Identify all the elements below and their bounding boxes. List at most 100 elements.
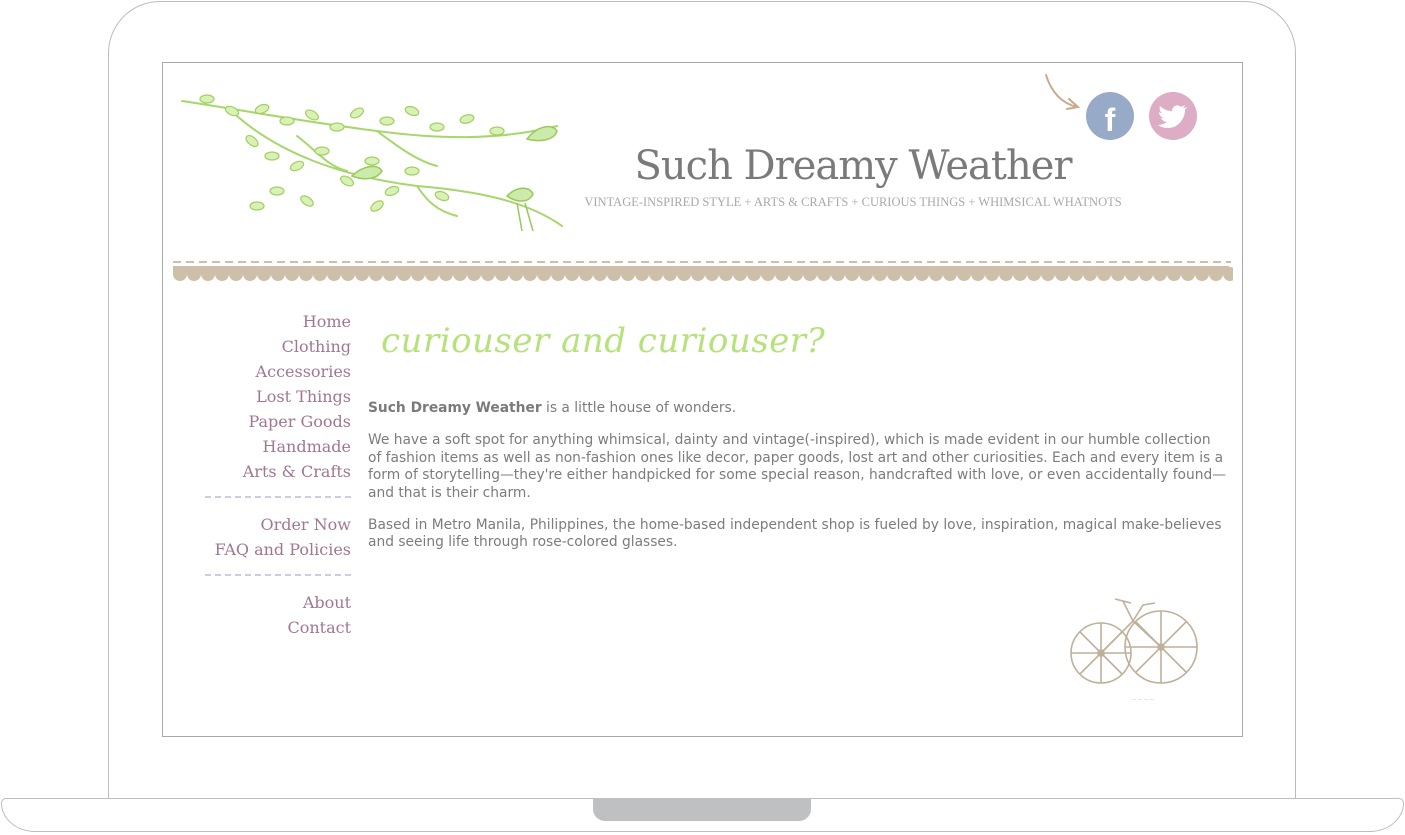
illustration-caption: ~ ~ ~ ~ bbox=[1132, 697, 1154, 703]
nav-arts-crafts[interactable]: Arts & Crafts bbox=[183, 459, 351, 484]
scallop bbox=[229, 267, 243, 281]
intro-text: is a little house of wonders. bbox=[541, 400, 737, 416]
scallop bbox=[369, 267, 383, 281]
scallop bbox=[341, 267, 355, 281]
scallop bbox=[383, 267, 397, 281]
scallop bbox=[565, 267, 579, 281]
scallop bbox=[1167, 267, 1181, 281]
scallop bbox=[1209, 267, 1223, 281]
scallop bbox=[173, 267, 187, 281]
scallop bbox=[677, 267, 691, 281]
scallop bbox=[845, 267, 859, 281]
nav-lost-things[interactable]: Lost Things bbox=[183, 384, 351, 409]
scallop bbox=[775, 267, 789, 281]
scallop bbox=[943, 267, 957, 281]
nav-contact[interactable]: Contact bbox=[183, 615, 351, 640]
nav-accessories[interactable]: Accessories bbox=[183, 359, 351, 384]
scallop bbox=[551, 267, 565, 281]
scallop-divider bbox=[173, 261, 1233, 281]
sidebar-nav: Home Clothing Accessories Lost Things Pa… bbox=[183, 309, 351, 640]
nav-divider bbox=[205, 496, 351, 498]
scallop bbox=[467, 267, 481, 281]
twitter-bird-icon bbox=[1158, 105, 1187, 128]
website-screen: Such Dreamy Weather VINTAGE-INSPIRED STY… bbox=[162, 62, 1243, 737]
scallop bbox=[271, 267, 285, 281]
scallop bbox=[481, 267, 495, 281]
scallop bbox=[663, 267, 677, 281]
scallop bbox=[257, 267, 271, 281]
scallop bbox=[971, 267, 985, 281]
scallop bbox=[1111, 267, 1125, 281]
scallop bbox=[1181, 267, 1195, 281]
nav-home[interactable]: Home bbox=[183, 309, 351, 334]
scallop bbox=[1153, 267, 1167, 281]
scallop bbox=[719, 267, 733, 281]
nav-faq-policies[interactable]: FAQ and Policies bbox=[183, 537, 351, 562]
nav-divider bbox=[205, 574, 351, 576]
scallop bbox=[803, 267, 817, 281]
scallop bbox=[985, 267, 999, 281]
site-tagline: VINTAGE-INSPIRED STYLE + ARTS & CRAFTS +… bbox=[584, 195, 1122, 209]
nav-paper-goods[interactable]: Paper Goods bbox=[183, 409, 351, 434]
scallop bbox=[705, 267, 719, 281]
scallop bbox=[523, 267, 537, 281]
scallop bbox=[1125, 267, 1139, 281]
scallop bbox=[453, 267, 467, 281]
scallop bbox=[285, 267, 299, 281]
scallop bbox=[747, 267, 761, 281]
scallop bbox=[187, 267, 201, 281]
scallop bbox=[1013, 267, 1027, 281]
scallop bbox=[1041, 267, 1055, 281]
scallop bbox=[859, 267, 873, 281]
scallop bbox=[831, 267, 845, 281]
about-paragraph: We have a soft spot for anything whimsic… bbox=[368, 432, 1227, 501]
scallop bbox=[355, 267, 369, 281]
branch-birds-illustration bbox=[181, 94, 563, 232]
laptop-notch bbox=[593, 798, 811, 821]
scallop bbox=[1097, 267, 1111, 281]
scallop bbox=[579, 267, 593, 281]
scallop bbox=[887, 267, 901, 281]
nav-handmade[interactable]: Handmade bbox=[183, 434, 351, 459]
nav-clothing[interactable]: Clothing bbox=[183, 334, 351, 359]
scallop bbox=[495, 267, 509, 281]
scallop bbox=[733, 267, 747, 281]
scallop bbox=[425, 267, 439, 281]
intro-brand: Such Dreamy Weather bbox=[368, 400, 542, 416]
scallop bbox=[299, 267, 313, 281]
scallop bbox=[607, 267, 621, 281]
scallop bbox=[999, 267, 1013, 281]
scallop bbox=[1139, 267, 1153, 281]
scallop bbox=[789, 267, 803, 281]
scallop bbox=[929, 267, 943, 281]
nav-about[interactable]: About bbox=[183, 590, 351, 615]
scallop bbox=[915, 267, 929, 281]
scallop bbox=[201, 267, 215, 281]
scallop bbox=[397, 267, 411, 281]
scallop bbox=[215, 267, 229, 281]
main-content: Such Dreamy Weather is a little house of… bbox=[368, 400, 1228, 566]
location-paragraph: Based in Metro Manila, Philippines, the … bbox=[368, 516, 1222, 551]
scallop bbox=[1069, 267, 1083, 281]
scallop bbox=[313, 267, 327, 281]
scallop bbox=[411, 267, 425, 281]
scallop bbox=[817, 267, 831, 281]
facebook-glyph: f bbox=[1104, 102, 1116, 138]
twitter-icon[interactable] bbox=[1149, 92, 1197, 140]
scallop bbox=[691, 267, 705, 281]
scallop bbox=[537, 267, 551, 281]
scallop bbox=[635, 267, 649, 281]
tricycle-illustration: ~ ~ ~ ~ bbox=[1070, 598, 1198, 703]
scallop bbox=[957, 267, 971, 281]
intro-paragraph: Such Dreamy Weather is a little house of… bbox=[368, 400, 1228, 418]
facebook-icon[interactable]: f bbox=[1086, 92, 1134, 140]
scallop bbox=[327, 267, 341, 281]
scallop bbox=[761, 267, 775, 281]
scallop bbox=[901, 267, 915, 281]
scallop bbox=[873, 267, 887, 281]
nav-order-now[interactable]: Order Now bbox=[183, 512, 351, 537]
scallop bbox=[1027, 267, 1041, 281]
scallop bbox=[1083, 267, 1097, 281]
page-heading: curiouser and curiouser? bbox=[381, 321, 826, 361]
scallop bbox=[593, 267, 607, 281]
